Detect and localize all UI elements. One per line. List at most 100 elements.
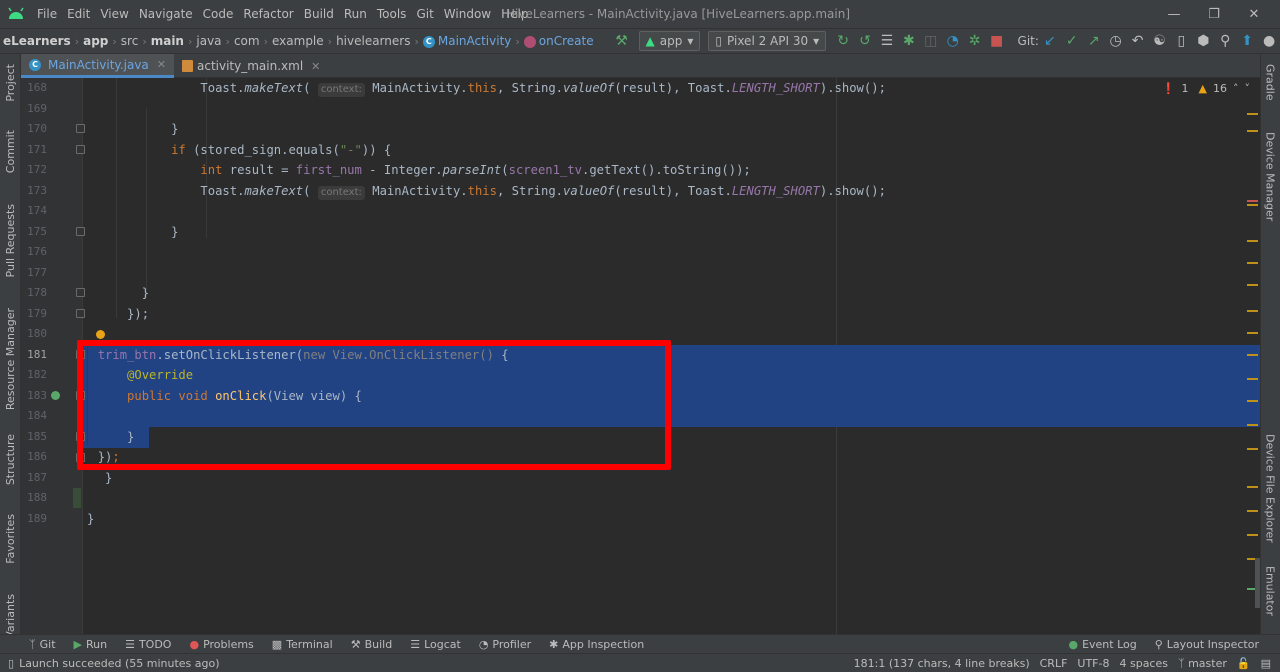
tab-mainactivity-java[interactable]: C MainActivity.java ✕ [21, 54, 174, 78]
close-icon[interactable]: ✕ [157, 58, 166, 71]
tool-gradle[interactable]: Gradle [1260, 64, 1280, 101]
tool-git[interactable]: ᛉ Git [20, 638, 65, 651]
menu-view[interactable]: View [95, 0, 133, 28]
coverage-icon[interactable]: ◫ [920, 30, 942, 52]
tool-structure[interactable]: Structure [0, 434, 21, 485]
bulb-icon[interactable] [96, 330, 105, 339]
breadcrumb-hivelearners[interactable]: hivelearners [333, 34, 413, 48]
chevron-up-icon[interactable]: ˄ [1233, 82, 1239, 95]
menu-tools[interactable]: Tools [372, 0, 412, 28]
device-manager-icon[interactable]: ▯ [1170, 30, 1192, 52]
history-icon[interactable]: ◷ [1105, 30, 1127, 52]
tool-profiler[interactable]: ◔ Profiler [470, 638, 540, 651]
tool-commit[interactable]: Commit [0, 130, 21, 173]
tool-emulator[interactable]: Emulator [1260, 566, 1280, 616]
run-config-select[interactable]: ▲ app ▾ [638, 31, 701, 51]
tool-pull-requests[interactable]: Pull Requests [0, 204, 21, 277]
code-line-172: int result = first_num - Integer.parseIn… [200, 163, 751, 177]
breadcrumb-project[interactable]: eLearners [0, 34, 74, 48]
status-message[interactable]: Launch succeeded (55 minutes ago) [14, 657, 224, 670]
tool-resource-manager[interactable]: Resource Manager [0, 308, 21, 410]
hammer-icon: ⚒ [350, 637, 361, 651]
breadcrumb-com[interactable]: com [231, 34, 263, 48]
breadcrumb-mainactivity[interactable]: C MainActivity [420, 34, 515, 48]
menu-file[interactable]: File [32, 0, 62, 28]
breadcrumb-src[interactable]: src [118, 34, 142, 48]
line-number: 176 [27, 245, 47, 258]
tool-run[interactable]: ▶ Run [65, 638, 117, 651]
breadcrumb-oncreate[interactable]: onCreate [521, 34, 597, 48]
debug-icon[interactable]: ✱ [898, 30, 920, 52]
line-number: 189 [27, 511, 47, 525]
rerun-icon[interactable]: ↻ [832, 30, 854, 52]
breadcrumb-java[interactable]: java [193, 34, 224, 48]
tool-logcat[interactable]: ☰ Logcat [401, 638, 470, 651]
window-title: HiveLearners - MainActivity.java [HiveLe… [506, 7, 851, 21]
memory-indicator-icon[interactable]: ▤ [1256, 657, 1276, 670]
tool-app-inspection[interactable]: ✱ App Inspection [540, 638, 653, 651]
code-line-189: } [87, 511, 95, 526]
git-push-icon[interactable]: ↗ [1083, 30, 1105, 52]
git-commit-icon[interactable]: ✓ [1061, 30, 1083, 52]
account-icon[interactable]: ● [1258, 30, 1280, 52]
git-branch[interactable]: ᛉ master [1173, 657, 1232, 670]
breadcrumb-main[interactable]: main [148, 34, 187, 48]
menu-navigate[interactable]: Navigate [134, 0, 198, 28]
tool-problems[interactable]: ● Problems [180, 638, 262, 651]
caret-position[interactable]: 181:1 (137 chars, 4 line breaks) [849, 657, 1035, 670]
highlight-annotation-box [77, 340, 671, 470]
rollback-icon[interactable]: ↶ [1127, 30, 1149, 52]
tool-project[interactable]: Project [0, 64, 21, 102]
lock-icon[interactable]: 🔓 [1232, 657, 1256, 670]
breadcrumb-example[interactable]: example [269, 34, 327, 48]
line-separator[interactable]: CRLF [1035, 657, 1073, 670]
tab-activity-main-xml[interactable]: activity_main.xml ✕ [174, 54, 328, 78]
tool-event-log[interactable]: ● Event Log [1059, 638, 1145, 651]
git-update-icon[interactable]: ↙ [1039, 30, 1061, 52]
profile-icon[interactable]: ◔ [942, 30, 964, 52]
attach-debugger-icon[interactable]: ✲ [964, 30, 986, 52]
tool-favorites[interactable]: Favorites [0, 514, 21, 564]
tool-variants[interactable]: Variants [0, 594, 21, 639]
tool-todo[interactable]: ☰ TODO [116, 638, 180, 651]
code-editor[interactable]: 168 169 170 171 172 173 174 175 176 177 … [21, 78, 1260, 634]
gradle-sync-icon[interactable]: ☯ [1149, 30, 1171, 52]
indent-setting[interactable]: 4 spaces [1114, 657, 1173, 670]
list-icon[interactable]: ☰ [876, 30, 898, 52]
device-select[interactable]: ▯ Pixel 2 API 30 ▾ [708, 31, 827, 51]
change-marker [73, 488, 81, 508]
minimize-icon[interactable]: — [1154, 0, 1194, 28]
close-window-icon[interactable]: ✕ [1234, 0, 1274, 28]
restore-icon[interactable]: ❐ [1194, 0, 1234, 28]
tool-device-file-explorer[interactable]: Device File Explorer [1260, 434, 1280, 543]
menu-git[interactable]: Git [411, 0, 438, 28]
line-number: 180 [27, 327, 47, 340]
stop-icon[interactable]: ■ [986, 30, 1008, 52]
override-gutter-icon[interactable] [51, 391, 60, 400]
menu-edit[interactable]: Edit [62, 0, 95, 28]
hammer-icon[interactable]: ⚒ [611, 30, 633, 52]
update-icon[interactable]: ⬆ [1236, 30, 1258, 52]
menu-window[interactable]: Window [439, 0, 496, 28]
search-icon[interactable]: ⚲ [1214, 30, 1236, 52]
menu-run[interactable]: Run [339, 0, 372, 28]
apply-changes-icon[interactable]: ↺ [854, 30, 876, 52]
file-encoding[interactable]: UTF-8 [1072, 657, 1114, 670]
menu-code[interactable]: Code [198, 0, 239, 28]
git-label: Git: [1017, 34, 1039, 48]
tool-build[interactable]: ⚒ Build [342, 638, 402, 651]
menu-build[interactable]: Build [299, 0, 339, 28]
inspection-widget[interactable]: ❗ 1 ▲ 16 ˄ ˅ [1162, 82, 1250, 95]
scrollbar-thumb[interactable] [1255, 558, 1260, 608]
line-number: 170 [27, 122, 47, 135]
problems-icon: ● [189, 637, 200, 651]
menu-refactor[interactable]: Refactor [238, 0, 298, 28]
chevron-down-icon[interactable]: ˅ [1245, 82, 1251, 95]
class-icon: C [422, 35, 435, 48]
sdk-manager-icon[interactable]: ⬢ [1192, 30, 1214, 52]
tool-layout-inspector[interactable]: ⚲ Layout Inspector [1146, 638, 1268, 651]
close-icon[interactable]: ✕ [311, 60, 320, 73]
tool-terminal[interactable]: ▩ Terminal [263, 638, 342, 651]
tool-device-manager[interactable]: Device Manager [1260, 132, 1280, 221]
breadcrumb-app[interactable]: app [80, 34, 111, 48]
